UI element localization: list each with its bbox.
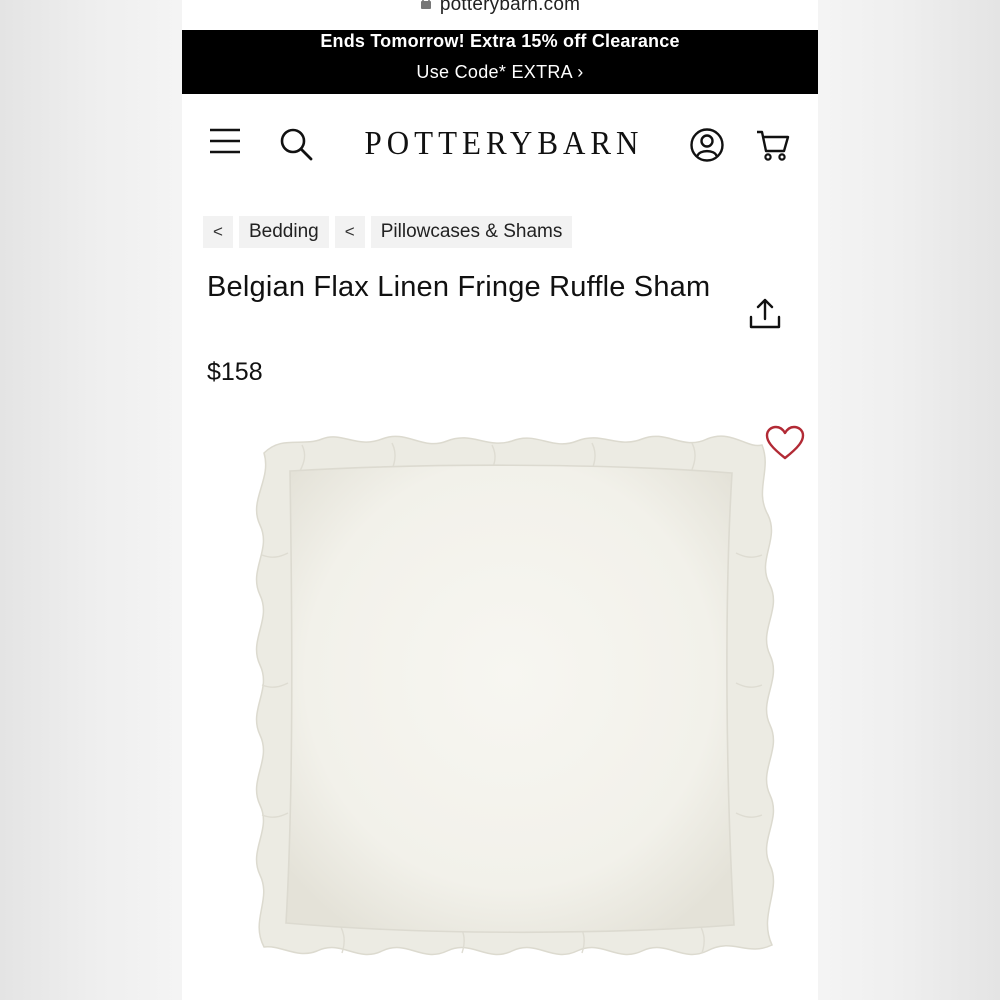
url-text: potterybarn.com: [439, 0, 581, 15]
product-title: Belgian Flax Linen Fringe Ruffle Sham: [207, 271, 711, 303]
search-icon: [280, 128, 313, 161]
cart-button[interactable]: [754, 126, 792, 164]
account-icon: [690, 128, 724, 162]
breadcrumb-back-pillowcases[interactable]: <: [334, 216, 365, 248]
promo-headline: Ends Tomorrow! Extra 15% off Clearance: [320, 31, 680, 51]
share-button[interactable]: [743, 292, 787, 336]
cart-icon: [757, 130, 790, 161]
site-header: POTTERYBARN: [182, 94, 818, 204]
breadcrumb-item-bedding[interactable]: Bedding: [239, 216, 329, 248]
breadcrumb-back-bedding[interactable]: <: [203, 216, 233, 248]
lock-icon: [420, 0, 431, 9]
search-button[interactable]: [276, 124, 316, 164]
wishlist-button[interactable]: [764, 423, 806, 463]
breadcrumb: < Bedding < Pillowcases & Shams: [203, 216, 573, 248]
brand-logo[interactable]: POTTERYBARN: [364, 124, 644, 163]
menu-button[interactable]: [208, 124, 242, 158]
promo-banner[interactable]: Ends Tomorrow! Extra 15% off Clearance U…: [182, 30, 818, 94]
account-button[interactable]: [688, 126, 726, 164]
promo-code-link[interactable]: Use Code* EXTRA ›: [182, 62, 818, 83]
phone-screen: potterybarn.com Ends Tomorrow! Extra 15%…: [182, 0, 818, 1000]
share-icon: [749, 298, 781, 329]
breadcrumb-item-pillowcases-shams[interactable]: Pillowcases & Shams: [370, 216, 573, 248]
heart-icon: [765, 425, 805, 460]
product-image[interactable]: [242, 425, 782, 970]
product-price: $158: [207, 358, 263, 386]
browser-url-bar[interactable]: potterybarn.com: [182, 0, 818, 30]
menu-icon: [210, 128, 240, 154]
